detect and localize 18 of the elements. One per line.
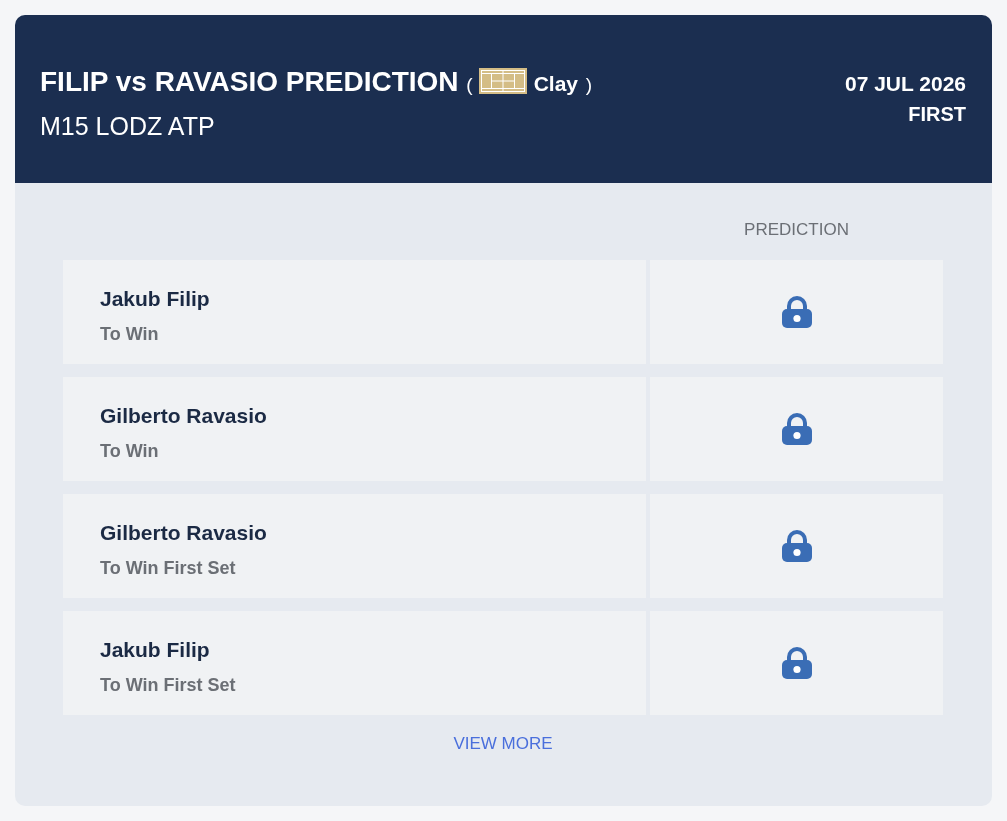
column-heading: PREDICTION [743,220,850,240]
view-more-link[interactable]: VIEW MORE [453,734,553,753]
round-label: FIRST [907,102,966,126]
market-label: To Win First Set [100,557,237,579]
court-icon [478,68,527,94]
player-name: Gilberto Ravasio [100,521,268,545]
player-name: Jakub Filip [100,287,211,311]
player-name: Gilberto Ravasio [100,404,268,428]
market-label: To Win [100,323,160,345]
match-date: 07 JUL 2026 [844,71,966,96]
match-title: FILIP vs RAVASIO PREDICTION [40,66,459,97]
player-name: Jakub Filip [100,638,211,662]
market-label: To Win [100,440,160,462]
paren-text: ) [585,74,593,95]
surface-label: Clay [533,72,578,95]
paren-text: ( [466,74,473,95]
market-label: To Win First Set [100,674,237,696]
tournament-name: M15 LODZ ATP [40,111,216,141]
